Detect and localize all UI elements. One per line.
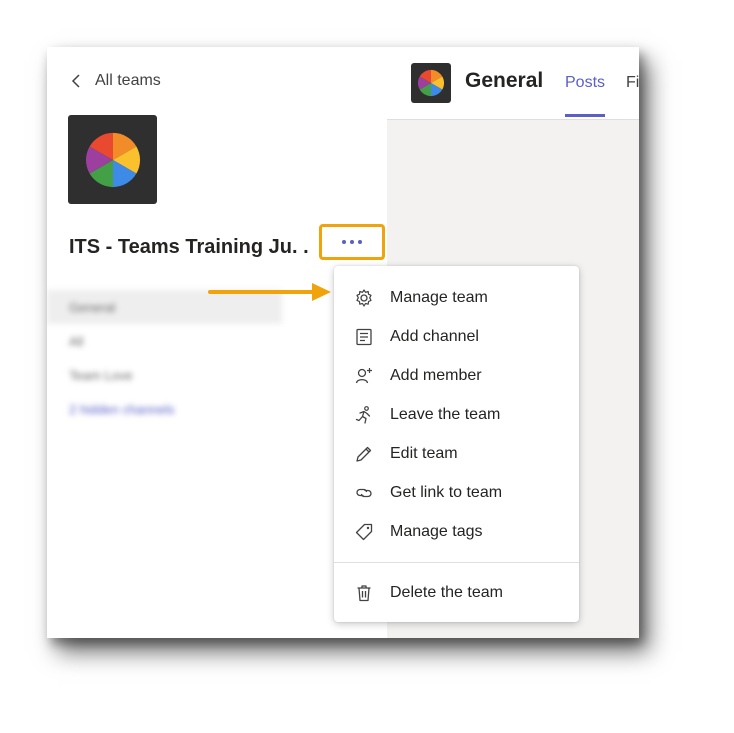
callout-arrow-icon (208, 283, 331, 301)
channel-item-team-love[interactable]: Team Love (47, 358, 282, 392)
menu-item-delete-team[interactable]: Delete the team (334, 573, 579, 612)
more-dot-icon (342, 240, 346, 244)
menu-item-label: Add member (390, 366, 482, 384)
leave-runner-icon (353, 404, 375, 426)
menu-item-add-channel[interactable]: Add channel (334, 317, 579, 356)
more-options-button[interactable] (319, 224, 385, 260)
channel-title: General (465, 69, 544, 92)
menu-item-label: Manage tags (390, 522, 483, 540)
menu-item-manage-tags[interactable]: Manage tags (334, 512, 579, 551)
menu-item-edit-team[interactable]: Edit team (334, 434, 579, 473)
hidden-channels-link[interactable]: 2 hidden channels (47, 392, 282, 426)
channel-header: General Posts Fi (387, 47, 639, 120)
menu-divider (334, 562, 579, 563)
channel-list: General All Team Love 2 hidden channels (47, 290, 282, 426)
menu-item-label: Get link to team (390, 483, 503, 501)
teams-window: All teams ITS - Teams Training Ju. . Gen… (47, 47, 639, 638)
team-avatar (68, 115, 157, 204)
back-link-label: All teams (95, 72, 161, 89)
more-dot-icon (358, 240, 362, 244)
team-options-menu: Manage team Add channel Add member Leave… (334, 266, 579, 622)
menu-item-label: Delete the team (390, 583, 503, 601)
channel-item-all[interactable]: All (47, 324, 282, 358)
color-wheel-logo-icon (85, 132, 140, 187)
menu-item-label: Add channel (390, 327, 479, 345)
more-dot-icon (350, 240, 354, 244)
color-wheel-logo-icon (417, 69, 445, 97)
menu-item-manage-team[interactable]: Manage team (334, 278, 579, 317)
tag-icon (353, 521, 375, 543)
gear-icon (353, 287, 375, 309)
tab-posts[interactable]: Posts (565, 74, 606, 117)
trash-icon (353, 582, 375, 604)
menu-item-label: Leave the team (390, 405, 501, 423)
tab-files[interactable]: Fi (626, 74, 639, 92)
menu-item-get-link[interactable]: Get link to team (334, 473, 579, 512)
all-teams-back-link[interactable]: All teams (69, 69, 161, 93)
channel-team-icon (411, 63, 451, 103)
menu-item-add-member[interactable]: Add member (334, 356, 579, 395)
team-name: ITS - Teams Training Ju. . (69, 236, 309, 258)
link-icon (353, 482, 375, 504)
menu-item-leave-team[interactable]: Leave the team (334, 395, 579, 434)
chevron-left-icon (71, 74, 80, 88)
channel-list-icon (353, 326, 375, 348)
pencil-icon (353, 443, 375, 465)
menu-item-label: Manage team (390, 288, 488, 306)
add-person-icon (353, 365, 375, 387)
menu-item-label: Edit team (390, 444, 458, 462)
